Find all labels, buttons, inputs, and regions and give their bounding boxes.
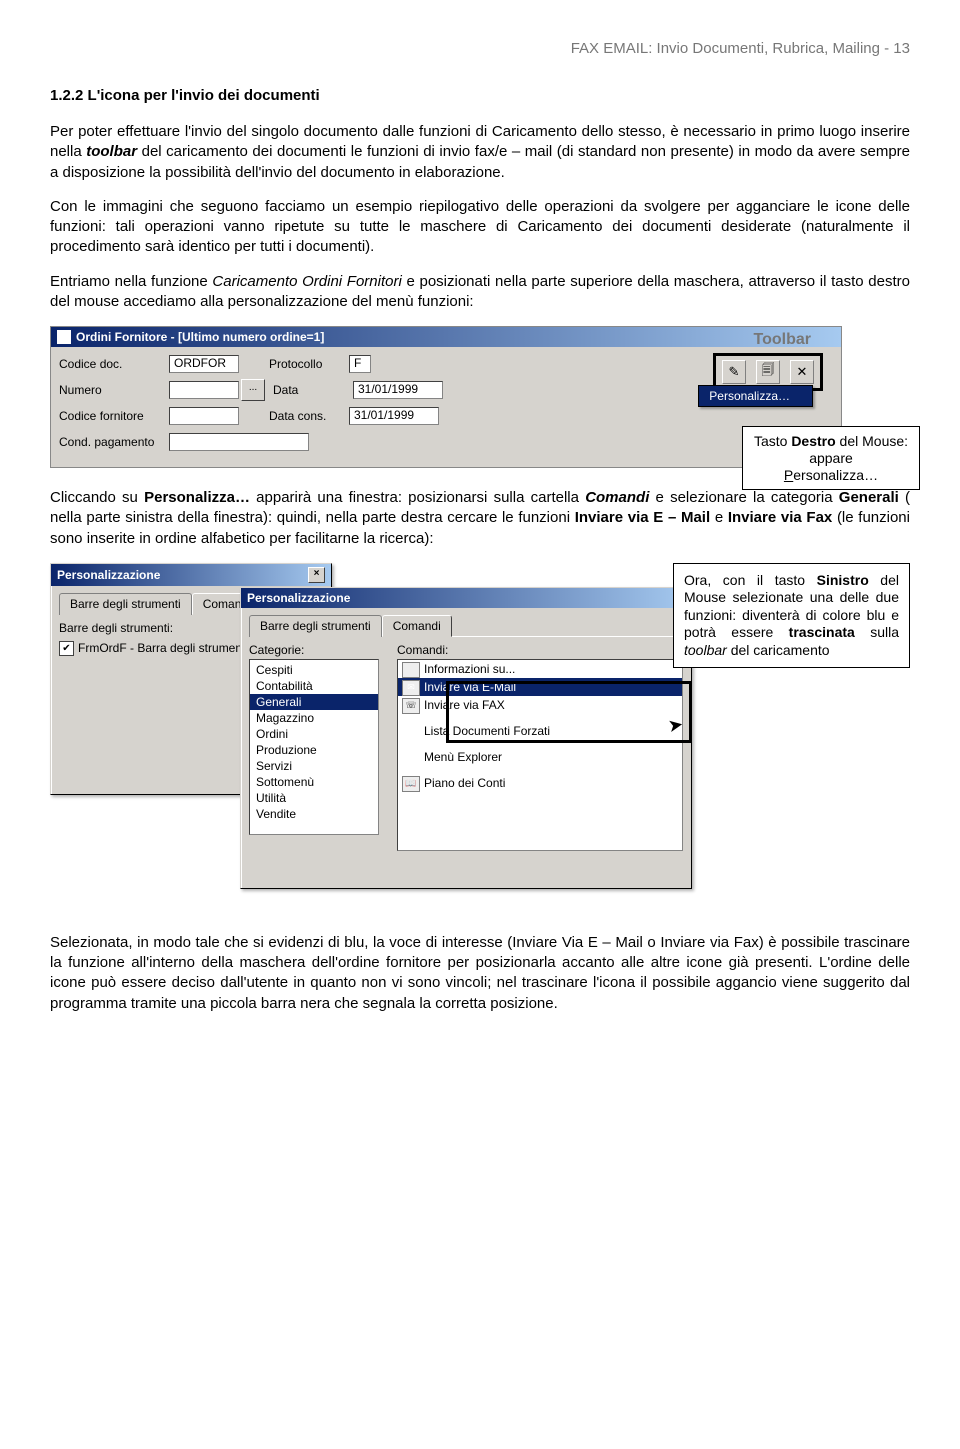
list-item[interactable]: Ordini [250,726,378,742]
label-codice-fornitore: Codice fornitore [59,409,169,423]
checkbox-frmordf[interactable]: ✔ [59,641,74,656]
input-numero[interactable] [169,381,239,399]
page-header: FAX EMAIL: Invio Documenti, Rubrica, Mai… [50,40,910,57]
book-icon: 📖 [402,776,420,792]
label-numero: Numero [59,383,169,397]
label-cond-pagamento: Cond. pagamento [59,435,169,449]
list-item[interactable]: Magazzino [250,710,378,726]
input-cond-pagamento[interactable] [169,433,309,451]
text-bolditalic: Comandi [585,489,649,506]
app-icon [57,330,71,344]
list-item[interactable]: Produzione [250,742,378,758]
list-item[interactable]: Vendite [250,806,378,822]
input-protocollo[interactable]: F [349,355,371,373]
input-data[interactable]: 31/01/1999 [353,381,443,399]
label-protocollo: Protocollo [269,357,349,371]
callout-tasto-destro: Tasto Destro del Mouse: appare Personali… [742,426,920,490]
paragraph-1: Per poter effettuare l'invio del singolo… [50,122,910,183]
window-titlebar: Personalizzazione [241,588,691,608]
window-title: Ordini Fornitore - [Ultimo numero ordine… [76,330,324,344]
screenshot-personalizzazione: Personalizzazione × Barre degli strument… [50,563,910,903]
tab-barre-2[interactable]: Barre degli strumenti [249,615,382,637]
email-icon: ✉ [402,680,420,696]
list-item-label: Piano dei Conti [424,776,505,790]
text: Cliccando su [50,489,144,506]
text: del caricamento [727,642,830,658]
text-bold: Personalizza… [144,489,250,506]
text: Ora, con il tasto [684,572,817,588]
list-item-label: Informazioni su... [424,662,515,676]
list-item[interactable]: Informazioni su... [398,660,682,678]
text: del caricamento dei documenti le funzion… [50,143,910,180]
toolbar-close-icon[interactable]: ✕ [790,360,814,384]
text: e [710,509,728,526]
paragraph-2: Con le immagini che seguono facciamo un … [50,197,910,258]
text-bold: toolbar [86,143,137,160]
text-italic: toolbar [684,642,727,658]
list-item[interactable]: 📖 Piano dei Conti [398,774,682,792]
input-codice-doc[interactable]: ORDFOR [169,355,239,373]
paragraph-5: Selezionata, in modo tale che si evidenz… [50,933,910,1014]
input-codice-fornitore[interactable] [169,407,239,425]
paragraph-4: Cliccando su Personalizza… apparirà una … [50,488,910,549]
label-categorie: Categorie: [249,643,379,657]
list-item[interactable]: Cespiti [250,662,378,678]
window-titlebar: Personalizzazione × [51,564,331,586]
fax-icon: ☏ [402,698,420,714]
list-item[interactable]: Menù Explorer [398,748,682,766]
text-bold: Inviare via Fax [728,509,832,526]
section-title: 1.2.2 L'icona per l'invio dei documenti [50,87,910,104]
window-titlebar: Ordini Fornitore - [Ultimo numero ordine… [51,327,841,347]
list-item[interactable]: Utilità [250,790,378,806]
screenshot-ordini-fornitore: Ordini Fornitore - [Ultimo numero ordine… [50,326,910,468]
label-codice-doc: Codice doc. [59,357,169,371]
list-item[interactable]: Contabilità [250,678,378,694]
toolbar-annotation-label: Toolbar [754,331,811,349]
tab-barre[interactable]: Barre degli strumenti [59,593,192,615]
checkbox-label: FrmOrdF - Barra degli strumenti [78,641,248,655]
button-numero-lookup[interactable]: ... [241,379,265,401]
text-bold: Inviare via E – Mail [575,509,710,526]
commands-highlight-box [446,681,692,743]
tab-comandi-2[interactable]: Comandi [382,615,452,637]
info-icon [402,662,420,678]
text-bold: trascinata [789,624,855,640]
text-bold: Destro [791,433,835,449]
text: Entriamo nella funzione [50,273,212,290]
label-comandi: Comandi: [397,643,683,657]
window-title: Personalizzazione [57,568,160,582]
toolbar-icon-2[interactable]: 🗐 [756,360,780,384]
text: ersonalizza… [793,467,878,483]
label-data-cons: Data cons. [269,409,349,423]
close-icon[interactable]: × [308,567,325,583]
callout-tasto-sinistro: Ora, con il tasto Sinistro del Mouse sel… [673,563,910,669]
text-underline: P [784,467,793,483]
listbox-categorie[interactable]: Cespiti Contabilità Generali Magazzino O… [249,659,379,835]
text: sulla [855,624,899,640]
text-bold: Sinistro [817,572,869,588]
text: e selezionare la categoria [649,489,838,506]
paragraph-3: Entriamo nella funzione Caricamento Ordi… [50,272,910,313]
list-item-label: Menù Explorer [424,750,502,764]
list-item[interactable]: Sottomenù [250,774,378,790]
context-menu: Personalizza… [698,385,813,407]
menu-item-personalizza[interactable]: Personalizza… [699,386,812,406]
input-data-cons[interactable]: 31/01/1999 [349,407,439,425]
list-item[interactable]: Servizi [250,758,378,774]
text-italic: Caricamento Ordini Fornitori [212,273,401,290]
text-bold: Generali [839,489,899,506]
text: Tasto [754,433,791,449]
list-item-selected[interactable]: Generali [250,694,378,710]
label-data: Data [273,383,353,397]
toolbar-icon-1[interactable]: ✎ [722,360,746,384]
window-title: Personalizzazione [247,591,350,605]
text: apparirà una finestra: posizionarsi sull… [250,489,585,506]
